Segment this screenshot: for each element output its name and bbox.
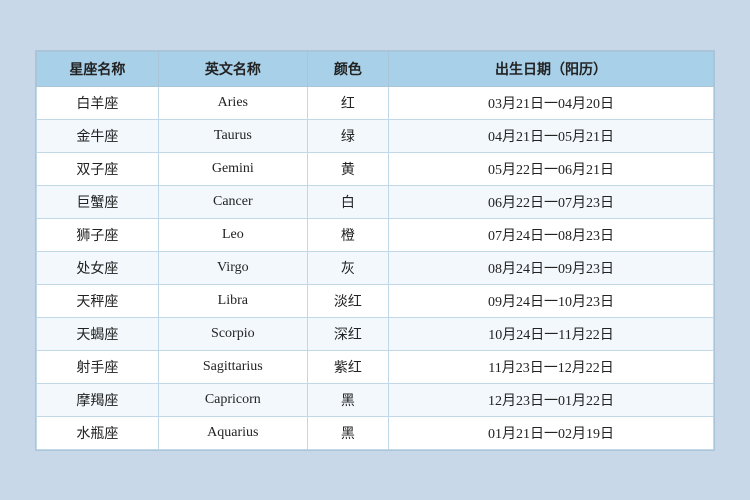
cell-en: Aries (158, 86, 307, 119)
cell-date: 06月22日一07月23日 (389, 185, 714, 218)
table-row: 处女座Virgo灰08月24日一09月23日 (37, 251, 714, 284)
table-row: 摩羯座Capricorn黑12月23日一01月22日 (37, 383, 714, 416)
table-row: 水瓶座Aquarius黑01月21日一02月19日 (37, 416, 714, 449)
cell-color: 深红 (307, 317, 388, 350)
cell-date: 05月22日一06月21日 (389, 152, 714, 185)
cell-zh: 摩羯座 (37, 383, 159, 416)
table-row: 白羊座Aries红03月21日一04月20日 (37, 86, 714, 119)
header-color: 颜色 (307, 51, 388, 86)
cell-en: Capricorn (158, 383, 307, 416)
cell-zh: 白羊座 (37, 86, 159, 119)
table-row: 金牛座Taurus绿04月21日一05月21日 (37, 119, 714, 152)
cell-en: Leo (158, 218, 307, 251)
table-header-row: 星座名称 英文名称 颜色 出生日期（阳历） (37, 51, 714, 86)
cell-en: Scorpio (158, 317, 307, 350)
table-row: 射手座Sagittarius紫红11月23日一12月22日 (37, 350, 714, 383)
table-row: 天蝎座Scorpio深红10月24日一11月22日 (37, 317, 714, 350)
header-en: 英文名称 (158, 51, 307, 86)
cell-color: 黑 (307, 383, 388, 416)
cell-zh: 天秤座 (37, 284, 159, 317)
cell-zh: 巨蟹座 (37, 185, 159, 218)
cell-date: 08月24日一09月23日 (389, 251, 714, 284)
cell-zh: 水瓶座 (37, 416, 159, 449)
cell-color: 黑 (307, 416, 388, 449)
cell-zh: 金牛座 (37, 119, 159, 152)
header-zh: 星座名称 (37, 51, 159, 86)
cell-en: Libra (158, 284, 307, 317)
table-body: 白羊座Aries红03月21日一04月20日金牛座Taurus绿04月21日一0… (37, 86, 714, 449)
table-row: 天秤座Libra淡红09月24日一10月23日 (37, 284, 714, 317)
cell-zh: 天蝎座 (37, 317, 159, 350)
cell-color: 红 (307, 86, 388, 119)
cell-color: 白 (307, 185, 388, 218)
cell-date: 04月21日一05月21日 (389, 119, 714, 152)
cell-date: 12月23日一01月22日 (389, 383, 714, 416)
cell-zh: 双子座 (37, 152, 159, 185)
cell-color: 橙 (307, 218, 388, 251)
cell-date: 03月21日一04月20日 (389, 86, 714, 119)
cell-date: 09月24日一10月23日 (389, 284, 714, 317)
cell-en: Cancer (158, 185, 307, 218)
cell-color: 灰 (307, 251, 388, 284)
cell-color: 绿 (307, 119, 388, 152)
cell-color: 淡红 (307, 284, 388, 317)
cell-zh: 狮子座 (37, 218, 159, 251)
cell-en: Gemini (158, 152, 307, 185)
cell-date: 07月24日一08月23日 (389, 218, 714, 251)
cell-date: 01月21日一02月19日 (389, 416, 714, 449)
table-row: 巨蟹座Cancer白06月22日一07月23日 (37, 185, 714, 218)
table-row: 狮子座Leo橙07月24日一08月23日 (37, 218, 714, 251)
cell-zh: 处女座 (37, 251, 159, 284)
cell-en: Taurus (158, 119, 307, 152)
cell-color: 黄 (307, 152, 388, 185)
cell-color: 紫红 (307, 350, 388, 383)
cell-date: 10月24日一11月22日 (389, 317, 714, 350)
header-date: 出生日期（阳历） (389, 51, 714, 86)
cell-en: Virgo (158, 251, 307, 284)
cell-date: 11月23日一12月22日 (389, 350, 714, 383)
zodiac-table-container: 星座名称 英文名称 颜色 出生日期（阳历） 白羊座Aries红03月21日一04… (35, 50, 715, 451)
cell-zh: 射手座 (37, 350, 159, 383)
cell-en: Sagittarius (158, 350, 307, 383)
zodiac-table: 星座名称 英文名称 颜色 出生日期（阳历） 白羊座Aries红03月21日一04… (36, 51, 714, 450)
cell-en: Aquarius (158, 416, 307, 449)
table-row: 双子座Gemini黄05月22日一06月21日 (37, 152, 714, 185)
